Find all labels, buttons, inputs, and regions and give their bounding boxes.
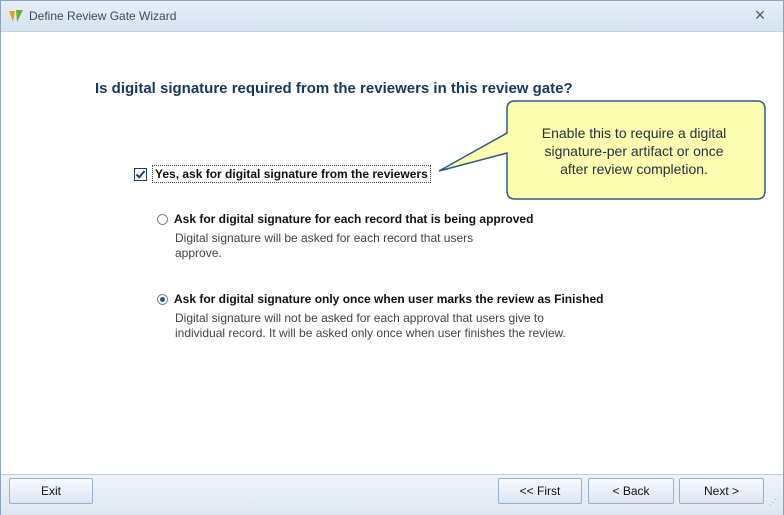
option-once-finished-desc-line-2: individual record. It will be asked only…: [175, 326, 566, 340]
option-each-record-desc-line-1: Digital signature will be asked for each…: [175, 231, 474, 245]
title-bar[interactable]: Define Review Gate Wizard ×: [1, 1, 783, 32]
option-each-record-radio[interactable]: [157, 213, 168, 225]
page-question: Is digital signature required from the r…: [95, 80, 573, 97]
option-once-finished-description: Digital signature will not be asked for …: [175, 311, 566, 341]
resize-grip-icon[interactable]: ⋰: [769, 499, 779, 510]
exit-button[interactable]: Exit: [9, 478, 93, 504]
signature-required-label[interactable]: Yes, ask for digital signature from the …: [152, 165, 431, 183]
window-title: Define Review Gate Wizard: [29, 9, 177, 23]
callout-text: Enable this to require a digital signatu…: [513, 124, 755, 178]
back-button[interactable]: < Back: [588, 478, 674, 504]
close-icon[interactable]: ×: [751, 6, 769, 24]
signature-required-checkbox[interactable]: [134, 167, 147, 181]
signature-required-row[interactable]: Yes, ask for digital signature from the …: [134, 165, 431, 183]
option-each-record-label[interactable]: Ask for digital signature for each recor…: [174, 212, 533, 226]
first-button[interactable]: << First: [498, 478, 582, 504]
option-once-finished-desc-line-1: Digital signature will not be asked for …: [175, 311, 544, 325]
option-each-record-desc-line-2: approve.: [175, 246, 222, 260]
callout-line-3: after review completion.: [560, 161, 708, 177]
callout-tooltip: [438, 100, 766, 200]
next-button[interactable]: Next >: [679, 478, 764, 504]
option-each-record[interactable]: Ask for digital signature for each recor…: [157, 212, 533, 226]
callout-line-1: Enable this to require a digital: [541, 125, 727, 141]
option-once-finished[interactable]: Ask for digital signature only once when…: [157, 292, 603, 306]
option-once-finished-label[interactable]: Ask for digital signature only once when…: [174, 292, 603, 306]
option-each-record-description: Digital signature will be asked for each…: [175, 231, 473, 261]
wizard-window: Define Review Gate Wizard × Is digital s…: [0, 0, 784, 515]
app-logo-icon: [9, 10, 23, 22]
option-once-finished-radio[interactable]: [157, 293, 168, 305]
callout-line-2: signature-per artifact or once: [544, 143, 724, 159]
